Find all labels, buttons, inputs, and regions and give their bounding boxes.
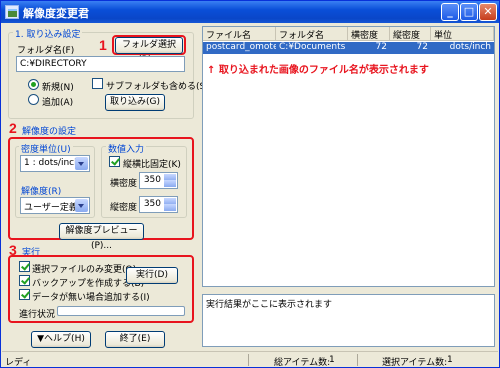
- resolution-value: ユーザー定義: [24, 203, 78, 213]
- subfolder-label: サブフォルダも含める(S): [106, 82, 209, 92]
- aspect-lock-checkbox[interactable]: [109, 156, 120, 167]
- resolution-preview-button[interactable]: 解像度プレビュー(P)...: [59, 223, 144, 251]
- column-header-h-density[interactable]: 横密度: [348, 27, 390, 41]
- h-density-value: 350: [143, 175, 161, 185]
- h-density-label: 横密度: [110, 179, 138, 189]
- window-title: 解像度変更君: [23, 7, 89, 20]
- density-unit-label: 密度単位(U): [19, 142, 73, 155]
- status-total-label: 総アイテム数:: [274, 358, 331, 368]
- column-header-unit[interactable]: 単位: [431, 27, 494, 41]
- step-marker-2: 2: [9, 120, 17, 136]
- cell-filename: postcard_omote.jpg: [206, 42, 276, 52]
- option-selected-only-label: 選択ファイルのみ変更(O): [32, 265, 137, 275]
- density-unit-select[interactable]: 1 : dots/inch: [20, 155, 90, 172]
- h-density-spinner[interactable]: 350: [139, 172, 178, 189]
- column-header-v-density[interactable]: 縦密度: [390, 27, 431, 41]
- v-density-value: 350: [143, 199, 161, 209]
- minimize-button[interactable]: _: [441, 3, 459, 21]
- v-density-spinner[interactable]: 350: [139, 196, 178, 213]
- numeric-input-title: 数値入力: [106, 142, 147, 155]
- exit-button[interactable]: 終了(E): [105, 331, 165, 348]
- option-selected-only-checkbox[interactable]: [19, 261, 30, 272]
- status-divider: [248, 354, 249, 366]
- resolution-select[interactable]: ユーザー定義: [20, 197, 90, 214]
- progress-bar: [57, 306, 185, 316]
- density-unit-value: 1 : dots/inch: [24, 158, 80, 168]
- folder-label: フォルダ名(F): [17, 46, 75, 56]
- folder-select-button[interactable]: フォルダ選択(R)...: [115, 37, 183, 65]
- status-ready: レディ: [5, 358, 32, 368]
- import-button[interactable]: 取り込み(G): [105, 94, 165, 111]
- radio-new-label: 新規(N): [42, 83, 74, 93]
- maximize-button[interactable]: □: [460, 3, 478, 21]
- spin-down-icon[interactable]: [164, 180, 176, 187]
- chevron-down-icon: [75, 199, 88, 212]
- app-icon: [5, 5, 19, 19]
- close-button[interactable]: ✕: [479, 3, 497, 21]
- file-list-annotation: ↑ 取り込まれた画像のファイル名が表示されます: [207, 65, 429, 76]
- folder-path-field[interactable]: C:¥DIRECTORY: [16, 56, 185, 72]
- subfolder-checkbox[interactable]: [92, 78, 103, 89]
- status-selected-label: 選択アイテム数:: [382, 358, 448, 368]
- resolution-label: 解像度(R): [19, 184, 64, 197]
- cell-h-density: 72: [375, 42, 387, 52]
- help-button[interactable]: ▼ヘルプ(H): [31, 331, 91, 348]
- v-density-label: 縦密度: [110, 203, 138, 213]
- status-total-value: 1: [329, 355, 335, 365]
- status-divider: [357, 354, 358, 366]
- column-header-filename[interactable]: ファイル名: [203, 27, 276, 41]
- radio-new[interactable]: [28, 79, 39, 90]
- option-backup-checkbox[interactable]: [19, 275, 30, 286]
- radio-add[interactable]: [28, 94, 39, 105]
- import-settings-title: 1. 取り込み設定: [13, 27, 83, 40]
- step-marker-1: 1: [99, 37, 107, 53]
- chevron-down-icon: [75, 157, 88, 170]
- app-window: 解像度変更君 _ □ ✕ 1. 取り込み設定 フォルダ名(F) 1 フォルダ選択…: [0, 0, 500, 368]
- resolution-settings-title: 解像度の設定: [20, 124, 79, 137]
- cell-v-density: 72: [416, 42, 428, 52]
- cell-unit: dots/inch: [449, 42, 491, 52]
- option-add-missing-label: データが無い場合追加する(I): [32, 293, 150, 303]
- column-header-folder[interactable]: フォルダ名: [276, 27, 348, 41]
- aspect-lock-label: 縦横比固定(K): [123, 160, 181, 170]
- result-output: 実行結果がここに表示されます: [202, 294, 495, 347]
- progress-label: 進行状況: [19, 310, 56, 320]
- spin-down-icon[interactable]: [164, 204, 176, 211]
- status-bar: レディ 総アイテム数: 1 選択アイテム数: 1: [2, 351, 498, 368]
- title-bar: 解像度変更君 _ □ ✕: [1, 1, 499, 23]
- cell-folder: C:¥Documents ...: [279, 42, 348, 52]
- run-button[interactable]: 実行(D): [126, 267, 178, 284]
- radio-add-label: 追加(A): [42, 98, 74, 108]
- option-add-missing-checkbox[interactable]: [19, 289, 30, 300]
- status-selected-value: 1: [447, 355, 453, 365]
